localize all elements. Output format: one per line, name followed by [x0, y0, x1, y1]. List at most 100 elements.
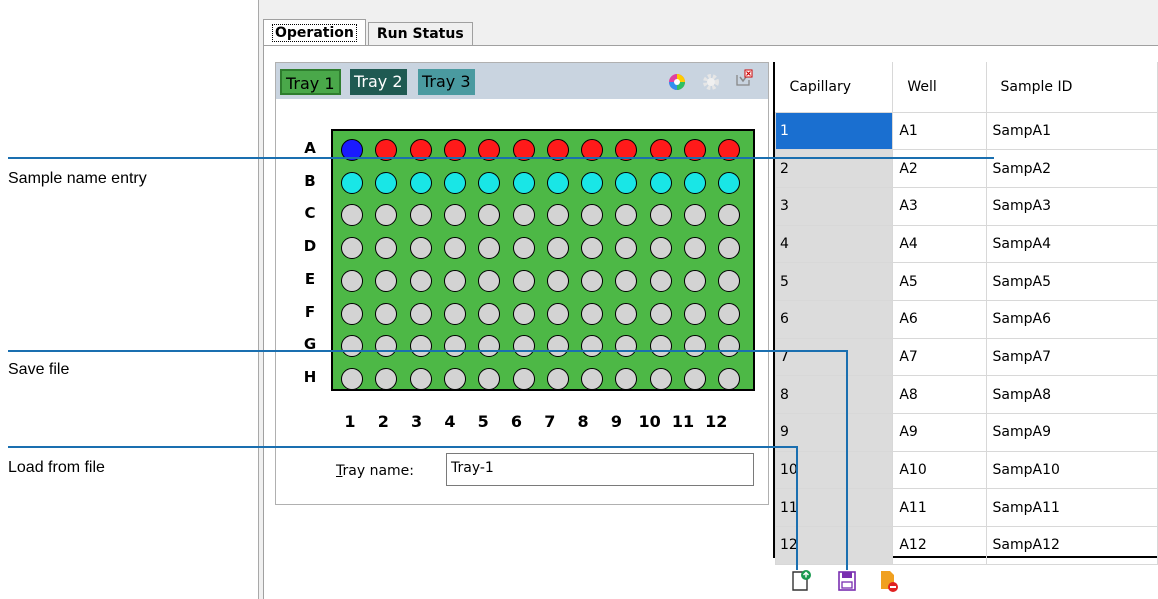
sample-id-cell[interactable]: SampA8 — [985, 375, 1158, 414]
sample-id-cell[interactable]: SampA3 — [985, 186, 1158, 226]
load-file-icon[interactable] — [790, 569, 812, 593]
table-row[interactable]: 7 A7 SampA7 — [774, 337, 1158, 377]
well-G8[interactable] — [581, 335, 604, 358]
sample-id-cell[interactable]: SampA5 — [985, 262, 1158, 301]
well-cell[interactable]: A7 — [892, 337, 987, 377]
well-cell[interactable]: A11 — [892, 488, 987, 528]
well-C4[interactable] — [443, 204, 466, 227]
capillary-cell[interactable]: 5 — [774, 262, 894, 301]
well-B10[interactable] — [649, 171, 672, 194]
table-row[interactable]: 9 A9 SampA9 — [774, 413, 1158, 452]
well-H3[interactable] — [409, 367, 432, 390]
tray-tab-3[interactable]: Tray 3 — [418, 69, 475, 95]
well-B7[interactable] — [546, 171, 569, 194]
well-cell[interactable]: A9 — [892, 413, 987, 452]
well-E8[interactable] — [581, 269, 604, 292]
well-F5[interactable] — [478, 302, 501, 325]
well-cell[interactable]: A4 — [892, 224, 987, 264]
table-row[interactable]: 3 A3 SampA3 — [774, 186, 1158, 226]
table-row[interactable]: 6 A6 SampA6 — [774, 299, 1158, 339]
well-cell[interactable]: A6 — [892, 299, 987, 339]
well-D5[interactable] — [478, 237, 501, 260]
well-C5[interactable] — [478, 204, 501, 227]
well-cell[interactable]: A5 — [892, 262, 987, 301]
well-C8[interactable] — [581, 204, 604, 227]
capillary-cell[interactable]: 12 — [774, 526, 894, 565]
well-H12[interactable] — [718, 367, 741, 390]
well-E9[interactable] — [615, 269, 638, 292]
well-C9[interactable] — [615, 204, 638, 227]
tab-operation[interactable]: Operation — [263, 19, 366, 46]
table-row[interactable]: 5 A5 SampA5 — [774, 262, 1158, 301]
well-H10[interactable] — [649, 367, 672, 390]
well-D4[interactable] — [443, 237, 466, 260]
well-cell[interactable]: A10 — [892, 450, 987, 490]
header-well[interactable]: Well — [892, 62, 987, 113]
clear-file-icon[interactable] — [878, 569, 900, 593]
capillary-cell[interactable]: 4 — [774, 224, 894, 264]
well-E5[interactable] — [478, 269, 501, 292]
well-B6[interactable] — [512, 171, 535, 194]
table-row[interactable]: 1 A1 SampA1 — [774, 111, 1158, 151]
sample-id-cell[interactable]: SampA4 — [985, 224, 1158, 264]
well-D11[interactable] — [684, 237, 706, 260]
sample-id-cell[interactable]: SampA11 — [985, 488, 1158, 528]
well-cell[interactable]: A3 — [892, 186, 987, 226]
well-F3[interactable] — [409, 302, 432, 325]
well-E7[interactable] — [546, 269, 569, 292]
well-C10[interactable] — [649, 204, 672, 227]
capillary-cell[interactable]: 6 — [774, 299, 894, 339]
well-B5[interactable] — [478, 171, 501, 194]
table-row[interactable]: 8 A8 SampA8 — [774, 375, 1158, 414]
color-wheel-icon[interactable] — [668, 73, 686, 91]
well-B12[interactable] — [718, 171, 741, 194]
capillary-cell[interactable]: 10 — [774, 450, 894, 490]
well-H1[interactable] — [341, 367, 363, 390]
well-D9[interactable] — [615, 237, 638, 260]
tray-tab-1[interactable]: Tray 1 — [280, 69, 341, 95]
gear-icon[interactable] — [702, 73, 720, 91]
well-G2[interactable] — [375, 335, 398, 358]
well-H11[interactable] — [684, 367, 706, 390]
well-B8[interactable] — [581, 171, 604, 194]
well-cell[interactable]: A2 — [892, 149, 987, 188]
well-cell[interactable]: A8 — [892, 375, 987, 414]
table-row[interactable]: 11 A11 SampA11 — [774, 488, 1158, 528]
well-C2[interactable] — [375, 204, 398, 227]
well-H4[interactable] — [443, 367, 466, 390]
well-G11[interactable] — [684, 335, 706, 358]
well-D12[interactable] — [718, 237, 741, 260]
well-cell[interactable]: A1 — [892, 111, 987, 151]
export-icon[interactable] — [735, 69, 753, 87]
well-C1[interactable] — [341, 204, 363, 227]
well-H5[interactable] — [478, 367, 501, 390]
well-G7[interactable] — [546, 335, 569, 358]
well-E2[interactable] — [375, 269, 398, 292]
well-E12[interactable] — [718, 269, 741, 292]
well-E11[interactable] — [684, 269, 706, 292]
sample-id-cell[interactable]: SampA9 — [985, 413, 1158, 452]
well-H2[interactable] — [375, 367, 398, 390]
well-D8[interactable] — [581, 237, 604, 260]
well-B3[interactable] — [409, 171, 432, 194]
well-G12[interactable] — [718, 335, 741, 358]
well-F7[interactable] — [546, 302, 569, 325]
well-B4[interactable] — [443, 171, 466, 194]
well-H6[interactable] — [512, 367, 535, 390]
well-F12[interactable] — [718, 302, 741, 325]
well-G6[interactable] — [512, 335, 535, 358]
well-E1[interactable] — [341, 269, 363, 292]
capillary-cell[interactable]: 11 — [774, 488, 894, 528]
well-F10[interactable] — [649, 302, 672, 325]
sample-id-cell[interactable]: SampA2 — [985, 149, 1158, 188]
well-E4[interactable] — [443, 269, 466, 292]
well-B2[interactable] — [375, 171, 398, 194]
well-F8[interactable] — [581, 302, 604, 325]
well-F2[interactable] — [375, 302, 398, 325]
header-sample-id[interactable]: Sample ID — [986, 62, 1158, 113]
well-G3[interactable] — [409, 335, 432, 358]
table-row[interactable]: 10 A10 SampA10 — [774, 450, 1158, 490]
well-D2[interactable] — [375, 237, 398, 260]
well-F4[interactable] — [443, 302, 466, 325]
well-H9[interactable] — [615, 367, 638, 390]
